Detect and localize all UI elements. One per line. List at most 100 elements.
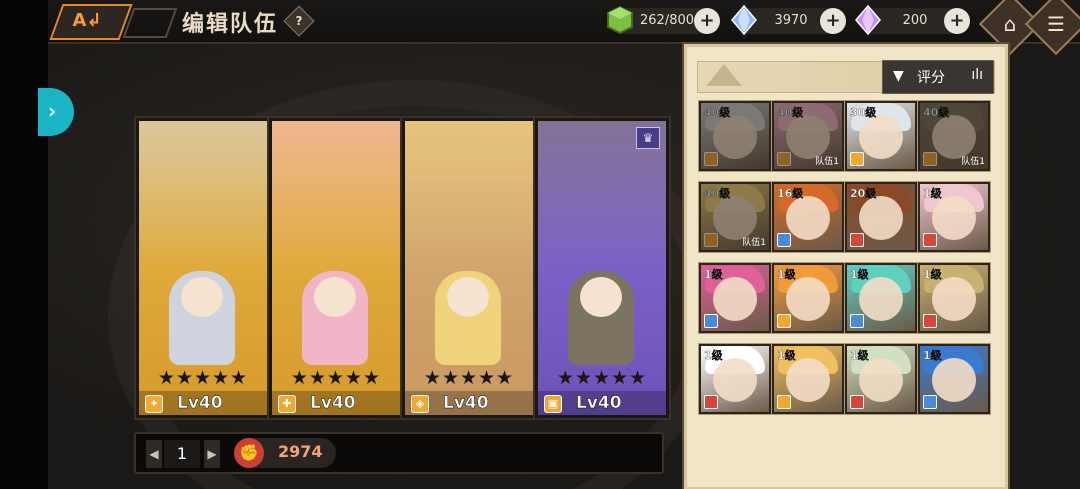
page-title: 编辑队伍 — [182, 12, 279, 37]
level-bar: ✚ Lv40 — [272, 391, 400, 415]
panel-header: ▼ 评分 ılı — [697, 60, 995, 94]
team-tag: 队伍1 — [815, 157, 839, 167]
hero-tile-level: 40级 — [704, 106, 731, 119]
hero-hair — [924, 103, 984, 131]
level-bar: ◈ Lv40 — [405, 391, 533, 415]
blue-crystal-icon — [731, 5, 757, 35]
hero-face — [786, 358, 830, 402]
hero-hair — [778, 103, 838, 131]
hero-tile[interactable]: 1级 — [918, 263, 990, 333]
hero-face — [713, 358, 757, 402]
hero-tile[interactable]: 1级 — [845, 263, 917, 333]
add-blue-crystal-button[interactable]: + — [820, 8, 846, 34]
add-purple-crystal-button[interactable]: + — [944, 8, 970, 34]
class-icon — [850, 152, 864, 166]
hero-tile-level: 1级 — [704, 268, 723, 281]
class-icon: ✚ — [278, 395, 296, 413]
class-icon — [704, 314, 718, 328]
team-page-bar: ◀ 1 ▶ ✊ 2974 — [134, 432, 664, 474]
hero-tile[interactable]: 1级 — [918, 344, 990, 414]
hero-tile[interactable]: 1级 — [772, 344, 844, 414]
team-power-value: 2974 — [278, 442, 323, 461]
class-icon — [923, 314, 937, 328]
class-icon — [704, 152, 718, 166]
star-rating: ★★★★★ — [157, 367, 249, 389]
fist-icon: ✊ — [234, 438, 264, 468]
hero-level: Lv40 — [443, 393, 489, 413]
class-icon — [923, 395, 937, 409]
back-button[interactable]: A↲ — [49, 4, 133, 40]
hero-tile[interactable]: 1级 — [699, 344, 771, 414]
hero-tile[interactable]: 16级 — [772, 182, 844, 252]
team-tag: 队伍1 — [961, 157, 985, 167]
hero-tile[interactable]: 1级 — [772, 263, 844, 333]
hero-hair — [705, 184, 765, 212]
hero-face — [786, 115, 830, 159]
green-cube-icon — [607, 5, 633, 35]
hero-tile-level: 20级 — [850, 187, 877, 200]
crown-icon: ♛ — [636, 127, 660, 149]
chevron-right-icon: › — [48, 99, 57, 123]
next-team-button[interactable]: ▶ — [204, 440, 220, 468]
class-icon — [777, 152, 791, 166]
hero-portrait — [405, 121, 533, 271]
resource-purple-crystal: 200 + — [855, 5, 970, 35]
resource-blue-crystal: 3970 + — [731, 5, 846, 35]
hero-select-panel: ▼ 评分 ılı 40级 40级 队伍1 30级 40级 队伍1 40级 队伍1 16级 20级 1… — [684, 44, 1008, 489]
sort-label: 评分 — [917, 70, 945, 86]
sort-button[interactable]: ▼ 评分 ılı — [882, 60, 994, 94]
team-slot-4[interactable]: ♛ ★★★★★ ▣ Lv40 — [535, 118, 669, 418]
hero-face — [859, 358, 903, 402]
hero-face — [859, 277, 903, 321]
hero-face — [713, 196, 757, 240]
team-slot-1[interactable]: ★★★★★ ✦ Lv40 — [136, 118, 270, 418]
hero-chibi — [568, 271, 634, 365]
hero-tile-level: 1级 — [777, 268, 796, 281]
hero-tile[interactable]: 40级 队伍1 — [772, 101, 844, 171]
resource-stamina: 262/800 + — [607, 5, 720, 35]
hero-portrait — [139, 121, 267, 271]
class-icon — [850, 233, 864, 247]
hero-level: Lv40 — [177, 393, 223, 413]
hero-portrait — [272, 121, 400, 271]
class-icon: ✦ — [145, 395, 163, 413]
filter-icon: ▼ — [893, 68, 904, 84]
hero-chibi — [435, 271, 501, 365]
hero-tile[interactable]: 20级 — [845, 182, 917, 252]
hero-face — [932, 115, 976, 159]
class-icon — [777, 233, 791, 247]
hero-face — [859, 196, 903, 240]
hero-face — [932, 358, 976, 402]
team-power: ✊ 2974 — [234, 438, 336, 468]
hero-tile-level: 40级 — [923, 106, 950, 119]
hero-face — [713, 277, 757, 321]
hero-tile-level: 30级 — [850, 106, 877, 119]
hero-tile[interactable]: 40级 队伍1 — [699, 182, 771, 252]
hero-tile-level: 1级 — [704, 349, 723, 362]
level-bar: ✦ Lv40 — [139, 391, 267, 415]
class-icon — [777, 395, 791, 409]
hero-tile[interactable]: 40级队伍1 — [918, 101, 990, 171]
level-bar: ▣ Lv40 — [538, 391, 666, 415]
prev-team-button[interactable]: ◀ — [146, 440, 162, 468]
team-slot-3[interactable]: ★★★★★ ◈ Lv40 — [402, 118, 536, 418]
hero-tile[interactable]: 1级 — [845, 344, 917, 414]
hero-tile[interactable]: 1级 — [918, 182, 990, 252]
class-icon: ◈ — [411, 395, 429, 413]
hero-tile[interactable]: 1级 — [699, 263, 771, 333]
hero-tile-level: 1级 — [923, 349, 942, 362]
hero-tile[interactable]: 30级 — [845, 101, 917, 171]
hero-face — [786, 277, 830, 321]
hero-face — [932, 196, 976, 240]
hero-tile[interactable]: 40级 — [699, 101, 771, 171]
hero-tile-level: 1级 — [923, 268, 942, 281]
class-icon — [923, 233, 937, 247]
class-icon — [850, 314, 864, 328]
hero-tile-level: 1级 — [923, 187, 942, 200]
star-rating: ★★★★★ — [290, 367, 382, 389]
add-stamina-button[interactable]: + — [694, 8, 720, 34]
team-slot-2[interactable]: ★★★★★ ✚ Lv40 — [269, 118, 403, 418]
sort-order-icon: ılı — [971, 67, 983, 83]
class-icon — [923, 152, 937, 166]
hero-face — [932, 277, 976, 321]
